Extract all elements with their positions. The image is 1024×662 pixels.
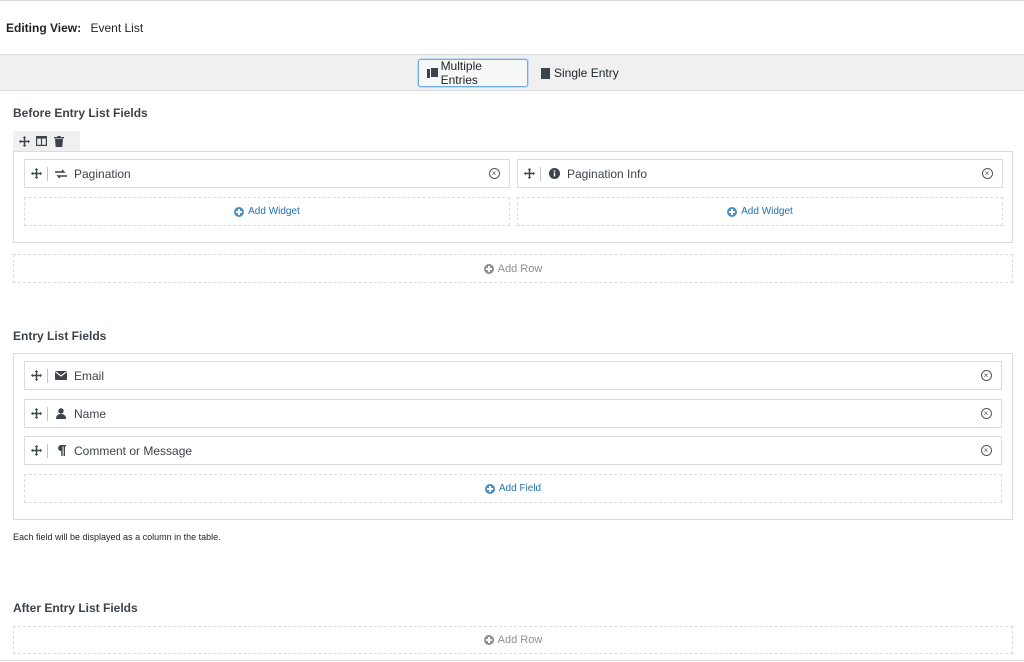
widget-pagination[interactable]: Pagination × [24, 159, 510, 188]
remove-button[interactable]: × [479, 168, 509, 179]
view-tabs: Multiple Entries Single Entry [0, 54, 1024, 91]
tab-multiple-entries[interactable]: Multiple Entries [418, 59, 528, 87]
move-icon[interactable] [25, 370, 47, 381]
after-section-title: After Entry List Fields [13, 601, 138, 615]
tab-label: Multiple Entries [440, 59, 482, 87]
row-toolbar [13, 131, 80, 151]
top-divider [0, 0, 1024, 1]
tab-label: Single Entry [554, 66, 619, 80]
plus-circle-icon [483, 635, 494, 645]
arrows-exchange-icon [48, 169, 74, 179]
add-row-label: Add Row [497, 634, 543, 646]
move-icon[interactable] [25, 445, 47, 456]
paragraph-icon [48, 445, 74, 456]
close-circle-icon: × [980, 445, 992, 456]
widget-label: Pagination [74, 166, 131, 181]
plus-circle-icon [727, 206, 738, 217]
widget-pagination-info[interactable]: Pagination Info × [517, 159, 1003, 188]
add-row-button[interactable]: Add Row [13, 626, 1013, 654]
copy-icon [427, 67, 439, 79]
field-name[interactable]: Name × [24, 399, 1002, 428]
add-field-button[interactable]: Add Field [24, 474, 1002, 503]
plus-circle-icon [483, 263, 494, 274]
user-icon [48, 408, 74, 419]
close-circle-icon: × [980, 370, 992, 381]
before-row: Pagination × Pagination Info × Add Widge… [13, 151, 1013, 243]
info-icon [541, 168, 567, 179]
remove-button[interactable]: × [971, 370, 1001, 381]
before-section-title: Before Entry List Fields [13, 106, 148, 120]
bottom-divider [0, 660, 1024, 661]
plus-circle-icon [234, 206, 245, 217]
add-field-label: Add Field [498, 483, 542, 494]
entry-fields-area: Email × Name × Comment or Message × Add [13, 353, 1013, 520]
move-icon[interactable] [25, 408, 47, 419]
editing-view-header: Editing View: Event List [6, 21, 143, 35]
document-icon [541, 67, 550, 79]
add-widget-label: Add Widget [741, 206, 793, 217]
field-email[interactable]: Email × [24, 361, 1002, 390]
close-circle-icon: × [981, 168, 993, 179]
add-row-button[interactable]: Add Row [13, 254, 1013, 283]
entry-fields-hint: Each field will be displayed as a column… [13, 532, 221, 542]
remove-button[interactable]: × [972, 168, 1002, 179]
field-label: Email [74, 368, 105, 383]
columns-icon[interactable] [36, 136, 47, 147]
plus-circle-icon [484, 483, 495, 494]
widget-label: Pagination Info [567, 166, 648, 181]
trash-icon[interactable] [53, 135, 64, 147]
add-widget-button[interactable]: Add Widget [24, 197, 510, 226]
remove-button[interactable]: × [971, 408, 1001, 419]
remove-button[interactable]: × [971, 445, 1001, 456]
add-widget-button[interactable]: Add Widget [517, 197, 1003, 226]
close-circle-icon: × [488, 168, 500, 179]
move-icon[interactable] [19, 135, 30, 147]
field-comment[interactable]: Comment or Message × [24, 436, 1002, 465]
editing-view-value: Event List [90, 21, 144, 35]
field-label: Name [74, 406, 107, 421]
close-circle-icon: × [980, 408, 992, 419]
editing-view-label: Editing View: [6, 21, 82, 35]
move-icon[interactable] [518, 168, 540, 179]
move-icon[interactable] [25, 168, 47, 179]
envelope-icon [48, 371, 74, 380]
field-label: Comment or Message [74, 443, 193, 458]
tab-single-entry[interactable]: Single Entry [533, 59, 627, 87]
add-widget-label: Add Widget [248, 206, 300, 217]
add-row-label: Add Row [497, 262, 543, 275]
entry-section-title: Entry List Fields [13, 329, 107, 343]
